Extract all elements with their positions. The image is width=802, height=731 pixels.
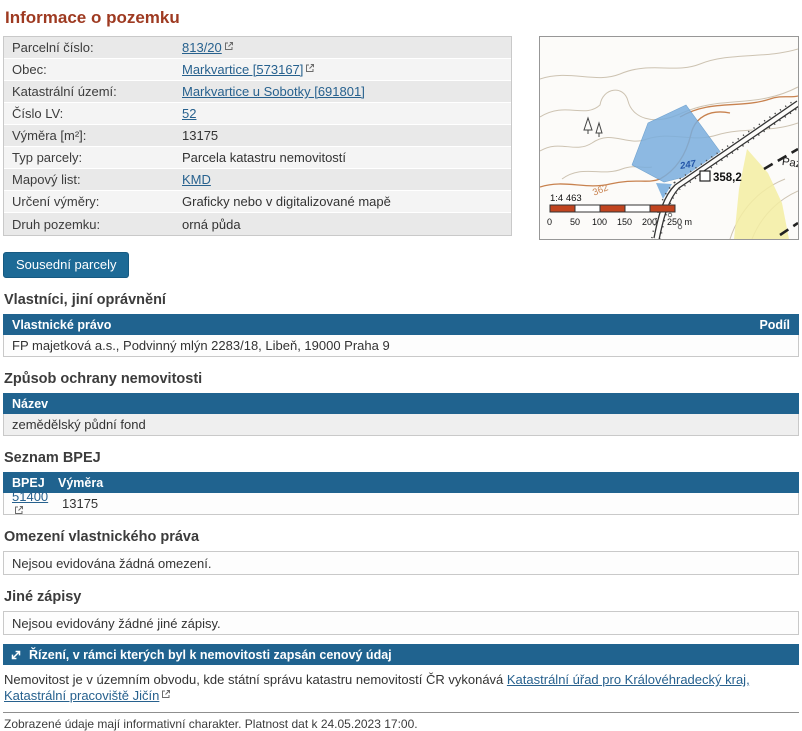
table-row-land-type: Druh pozemku: orná půda: [4, 213, 511, 235]
external-link-icon: [161, 689, 171, 699]
table-row-map-sheet: Mapový list: KMD: [4, 169, 511, 191]
restrictions-heading: Omezení vlastnického práva: [4, 529, 799, 545]
footer-note: Zobrazené údaje mají informativní charak…: [4, 717, 799, 731]
external-link-icon: [224, 41, 234, 51]
other-entries-row: Nejsou evidovány žádné jiné zápisy.: [3, 611, 799, 635]
cadastral-map: 358,2 247 362 Paz 1:4 463 0 50 100 150: [540, 37, 798, 239]
other-entries-heading: Jiné zápisy: [4, 589, 799, 605]
page-title: Informace o pozemku: [5, 8, 799, 28]
table-row-area: Výměra [m²]: 13175: [4, 125, 511, 147]
row-label: Mapový list:: [12, 172, 182, 187]
protection-row: zemědělský půdní fond: [3, 414, 799, 436]
scale-tick-label: 0: [547, 217, 552, 227]
row-label: Určení výměry:: [12, 194, 182, 209]
parcel-info-page: Informace o pozemku Parcelní číslo: 813/…: [0, 0, 802, 731]
proceedings-bar-label: Řízení, v rámci kterých byl k nemovitost…: [29, 648, 392, 662]
owner-row: FP majetková a.s., Podvinný mlýn 2283/18…: [3, 335, 799, 357]
protection-heading: Způsob ochrany nemovitosti: [4, 371, 799, 387]
owners-heading: Vlastníci, jiní oprávnění: [4, 292, 799, 308]
neighbor-parcels-button[interactable]: Sousední parcely: [3, 252, 129, 278]
elevation-label: 358,2: [713, 172, 742, 184]
map-sheet-link[interactable]: KMD: [182, 172, 211, 187]
proceedings-toggle-bar[interactable]: Řízení, v rámci kterých byl k nemovitost…: [3, 644, 799, 665]
row-label: Výměra [m²]:: [12, 128, 182, 143]
external-link-icon: [305, 63, 315, 73]
table-row-cadastral-area: Katastrální území: Markvartice u Sobotky…: [4, 81, 511, 103]
row-label: Typ parcely:: [12, 150, 182, 165]
footer-divider: [3, 712, 799, 713]
protection-col-label: Název: [12, 397, 48, 411]
bpej-area-value: 13175: [62, 496, 98, 511]
bpej-table-header: BPEJVýměra: [3, 472, 799, 493]
parcel-info-table: Parcelní číslo: 813/20 Obec: Markvartice…: [3, 36, 512, 236]
parcel-number-link[interactable]: 813/20: [182, 40, 222, 55]
scale-tick-label: 250 m: [667, 217, 692, 227]
bpej-col-code-label: BPEJ: [12, 476, 58, 490]
table-row-municipality: Obec: Markvartice [573167]: [4, 59, 511, 81]
owners-col-share-label: Podíl: [759, 318, 790, 332]
lv-number-link[interactable]: 52: [182, 106, 196, 121]
bpej-col-area-label: Výměra: [58, 476, 103, 490]
owner-name: FP majetková a.s., Podvinný mlýn 2283/18…: [12, 338, 390, 353]
protection-value: zemědělský půdní fond: [12, 417, 146, 432]
owners-table-header: Vlastnické právo Podíl: [3, 314, 799, 335]
neighbor-parcel-yellow: [734, 149, 789, 239]
jurisdiction-text-before: Nemovitost je v územním obvodu, kde stát…: [4, 672, 507, 687]
expand-arrows-icon: [10, 649, 22, 661]
row-label: Parcelní číslo:: [12, 40, 182, 55]
row-label: Druh pozemku:: [12, 217, 182, 232]
table-row-parcel-type: Typ parcely: Parcela katastru nemovitost…: [4, 147, 511, 169]
place-name-label: Paz: [781, 156, 798, 171]
protection-table-header: Název: [3, 393, 799, 414]
table-row-area-determination: Určení výměry: Graficky nebo v digitaliz…: [4, 191, 511, 213]
row-value: Parcela katastru nemovitostí: [182, 150, 511, 165]
row-label: Obec:: [12, 62, 182, 77]
owners-col-right-label: Vlastnické právo: [12, 318, 111, 332]
table-row-lv-number: Číslo LV: 52: [4, 103, 511, 125]
row-value: orná půda: [182, 217, 511, 232]
scale-tick-label: 150: [617, 217, 632, 227]
external-link-icon: [14, 505, 24, 515]
scale-tick-label: 200: [642, 217, 657, 227]
row-label: Číslo LV:: [12, 106, 182, 121]
bpej-heading: Seznam BPEJ: [4, 450, 799, 466]
municipality-link[interactable]: Markvartice [573167]: [182, 62, 303, 77]
restrictions-row: Nejsou evidována žádná omezení.: [3, 551, 799, 575]
tree-icon: [584, 118, 602, 137]
cadastral-area-link[interactable]: Markvartice u Sobotky [691801]: [182, 84, 365, 99]
row-label: Katastrální území:: [12, 84, 182, 99]
top-section: Parcelní číslo: 813/20 Obec: Markvartice…: [3, 36, 799, 240]
elevation-point-symbol: [700, 171, 710, 181]
scale-tick-label: 100: [592, 217, 607, 227]
bpej-code-link[interactable]: 51400: [12, 489, 48, 504]
scale-tick-label: 50: [570, 217, 580, 227]
other-entries-value: Nejsou evidovány žádné jiné zápisy.: [12, 616, 221, 631]
row-value: Graficky nebo v digitalizované mapě: [182, 194, 511, 209]
bpej-row: 51400 13175: [3, 493, 799, 515]
scale-ratio-label: 1:4 463: [550, 193, 582, 204]
jurisdiction-text: Nemovitost je v územním obvodu, kde stát…: [4, 672, 798, 704]
row-value: 13175: [182, 128, 511, 143]
map-panel[interactable]: 358,2 247 362 Paz 1:4 463 0 50 100 150: [539, 36, 799, 240]
table-row-parcel-number: Parcelní číslo: 813/20: [4, 37, 511, 59]
restrictions-value: Nejsou evidována žádná omezení.: [12, 556, 211, 571]
